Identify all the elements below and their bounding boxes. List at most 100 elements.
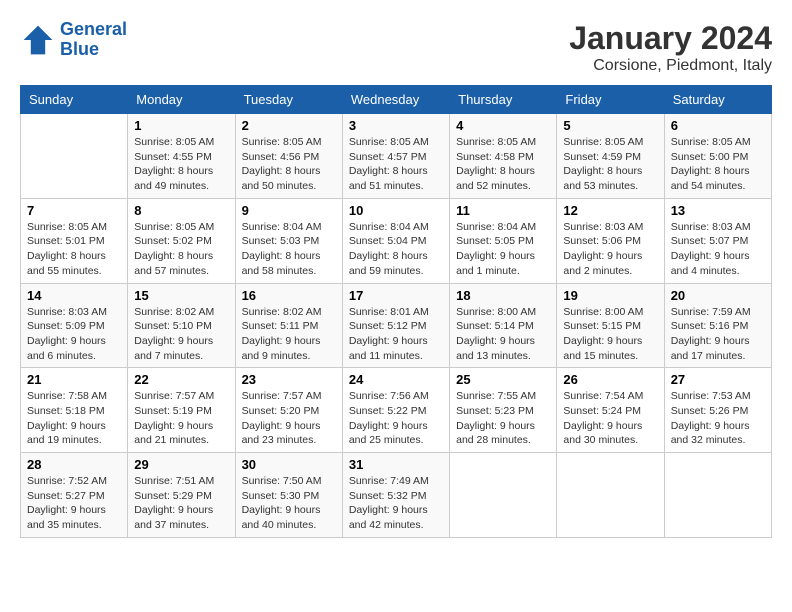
- calendar-cell: 15 Sunrise: 8:02 AMSunset: 5:10 PMDayligh…: [128, 283, 235, 368]
- day-number: 30: [242, 457, 336, 472]
- day-info: Sunrise: 7:58 AMSunset: 5:18 PMDaylight:…: [27, 389, 121, 448]
- day-number: 4: [456, 118, 550, 133]
- day-info: Sunrise: 7:59 AMSunset: 5:16 PMDaylight:…: [671, 305, 765, 364]
- day-number: 17: [349, 288, 443, 303]
- calendar-cell: 12 Sunrise: 8:03 AMSunset: 5:06 PMDayligh…: [557, 198, 664, 283]
- day-info: Sunrise: 8:04 AMSunset: 5:04 PMDaylight:…: [349, 220, 443, 279]
- calendar-cell: 11Sunrise: 8:04 AMSunset: 5:05 PMDayligh…: [450, 198, 557, 283]
- calendar-cell: 2 Sunrise: 8:05 AMSunset: 4:56 PMDaylight…: [235, 114, 342, 199]
- header-day-tuesday: Tuesday: [235, 86, 342, 114]
- calendar-cell: 7Sunrise: 8:05 AMSunset: 5:01 PMDaylight…: [21, 198, 128, 283]
- calendar-cell: 17 Sunrise: 8:01 AMSunset: 5:12 PMDayligh…: [342, 283, 449, 368]
- day-number: 16: [242, 288, 336, 303]
- header-day-friday: Friday: [557, 86, 664, 114]
- day-info: Sunrise: 8:03 AMSunset: 5:09 PMDaylight:…: [27, 305, 121, 364]
- calendar-cell: [450, 453, 557, 538]
- day-number: 6: [671, 118, 765, 133]
- title-section: January 2024 Corsione, Piedmont, Italy: [569, 20, 772, 75]
- week-row-4: 21 Sunrise: 7:58 AMSunset: 5:18 PMDayligh…: [21, 368, 772, 453]
- calendar-cell: 19 Sunrise: 8:00 AMSunset: 5:15 PMDayligh…: [557, 283, 664, 368]
- main-title: January 2024: [569, 20, 772, 57]
- calendar-cell: [664, 453, 771, 538]
- day-info: Sunrise: 8:02 AMSunset: 5:11 PMDaylight:…: [242, 305, 336, 364]
- header-row: SundayMondayTuesdayWednesdayThursdayFrid…: [21, 86, 772, 114]
- day-number: 22: [134, 372, 228, 387]
- calendar-cell: 8Sunrise: 8:05 AMSunset: 5:02 PMDaylight…: [128, 198, 235, 283]
- calendar-cell: 26 Sunrise: 7:54 AMSunset: 5:24 PMDayligh…: [557, 368, 664, 453]
- day-number: 24: [349, 372, 443, 387]
- header-day-wednesday: Wednesday: [342, 86, 449, 114]
- day-info: Sunrise: 8:05 AMSunset: 5:01 PMDaylight:…: [27, 220, 121, 279]
- day-number: 26: [563, 372, 657, 387]
- calendar-cell: 28Sunrise: 7:52 AMSunset: 5:27 PMDayligh…: [21, 453, 128, 538]
- day-number: 2: [242, 118, 336, 133]
- day-info: Sunrise: 7:57 AMSunset: 5:19 PMDaylight:…: [134, 389, 228, 448]
- calendar-cell: 20 Sunrise: 7:59 AMSunset: 5:16 PMDayligh…: [664, 283, 771, 368]
- day-number: 9: [242, 203, 336, 218]
- day-info: Sunrise: 8:05 AMSunset: 4:55 PMDaylight:…: [134, 135, 228, 194]
- day-info: Sunrise: 8:03 AMSunset: 5:06 PMDaylight:…: [563, 220, 657, 279]
- day-number: 10: [349, 203, 443, 218]
- day-number: 23: [242, 372, 336, 387]
- day-number: 12: [563, 203, 657, 218]
- calendar-cell: 13 Sunrise: 8:03 AMSunset: 5:07 PMDayligh…: [664, 198, 771, 283]
- day-number: 14: [27, 288, 121, 303]
- day-info: Sunrise: 7:56 AMSunset: 5:22 PMDaylight:…: [349, 389, 443, 448]
- calendar-cell: 18 Sunrise: 8:00 AMSunset: 5:14 PMDayligh…: [450, 283, 557, 368]
- day-number: 18: [456, 288, 550, 303]
- calendar-cell: 16 Sunrise: 8:02 AMSunset: 5:11 PMDayligh…: [235, 283, 342, 368]
- day-info: Sunrise: 7:54 AMSunset: 5:24 PMDaylight:…: [563, 389, 657, 448]
- day-number: 25: [456, 372, 550, 387]
- logo-icon: [20, 22, 56, 58]
- calendar-cell: 14 Sunrise: 8:03 AMSunset: 5:09 PMDayligh…: [21, 283, 128, 368]
- week-row-3: 14 Sunrise: 8:03 AMSunset: 5:09 PMDayligh…: [21, 283, 772, 368]
- day-info: Sunrise: 8:02 AMSunset: 5:10 PMDaylight:…: [134, 305, 228, 364]
- calendar-cell: 21 Sunrise: 7:58 AMSunset: 5:18 PMDayligh…: [21, 368, 128, 453]
- day-info: Sunrise: 7:55 AMSunset: 5:23 PMDaylight:…: [456, 389, 550, 448]
- day-number: 20: [671, 288, 765, 303]
- day-info: Sunrise: 8:03 AMSunset: 5:07 PMDaylight:…: [671, 220, 765, 279]
- day-info: Sunrise: 8:05 AMSunset: 4:57 PMDaylight:…: [349, 135, 443, 194]
- week-row-5: 28Sunrise: 7:52 AMSunset: 5:27 PMDayligh…: [21, 453, 772, 538]
- day-info: Sunrise: 8:05 AMSunset: 4:59 PMDaylight:…: [563, 135, 657, 194]
- calendar-cell: [21, 114, 128, 199]
- day-number: 1: [134, 118, 228, 133]
- header-day-sunday: Sunday: [21, 86, 128, 114]
- calendar-table: SundayMondayTuesdayWednesdayThursdayFrid…: [20, 85, 772, 538]
- header-day-monday: Monday: [128, 86, 235, 114]
- subtitle: Corsione, Piedmont, Italy: [569, 57, 772, 75]
- day-info: Sunrise: 8:05 AMSunset: 4:56 PMDaylight:…: [242, 135, 336, 194]
- calendar-cell: 30 Sunrise: 7:50 AMSunset: 5:30 PMDayligh…: [235, 453, 342, 538]
- day-info: Sunrise: 7:51 AMSunset: 5:29 PMDaylight:…: [134, 474, 228, 533]
- day-info: Sunrise: 7:50 AMSunset: 5:30 PMDaylight:…: [242, 474, 336, 533]
- logo-blue: Blue: [60, 39, 99, 59]
- calendar-header: SundayMondayTuesdayWednesdayThursdayFrid…: [21, 86, 772, 114]
- week-row-1: 1 Sunrise: 8:05 AMSunset: 4:55 PMDaylight…: [21, 114, 772, 199]
- day-info: Sunrise: 7:49 AMSunset: 5:32 PMDaylight:…: [349, 474, 443, 533]
- calendar-cell: 25 Sunrise: 7:55 AMSunset: 5:23 PMDayligh…: [450, 368, 557, 453]
- calendar-cell: 1 Sunrise: 8:05 AMSunset: 4:55 PMDaylight…: [128, 114, 235, 199]
- day-number: 21: [27, 372, 121, 387]
- header-day-thursday: Thursday: [450, 86, 557, 114]
- calendar-cell: 3 Sunrise: 8:05 AMSunset: 4:57 PMDaylight…: [342, 114, 449, 199]
- logo-general: General: [60, 19, 127, 39]
- calendar-cell: 24 Sunrise: 7:56 AMSunset: 5:22 PMDayligh…: [342, 368, 449, 453]
- calendar-cell: 27 Sunrise: 7:53 AMSunset: 5:26 PMDayligh…: [664, 368, 771, 453]
- day-info: Sunrise: 7:57 AMSunset: 5:20 PMDaylight:…: [242, 389, 336, 448]
- day-info: Sunrise: 8:00 AMSunset: 5:15 PMDaylight:…: [563, 305, 657, 364]
- day-info: Sunrise: 7:52 AMSunset: 5:27 PMDaylight:…: [27, 474, 121, 533]
- header-day-saturday: Saturday: [664, 86, 771, 114]
- day-info: Sunrise: 8:01 AMSunset: 5:12 PMDaylight:…: [349, 305, 443, 364]
- day-info: Sunrise: 7:53 AMSunset: 5:26 PMDaylight:…: [671, 389, 765, 448]
- day-number: 3: [349, 118, 443, 133]
- day-number: 11: [456, 203, 550, 218]
- day-number: 19: [563, 288, 657, 303]
- day-number: 13: [671, 203, 765, 218]
- header: General Blue January 2024 Corsione, Pied…: [20, 20, 772, 75]
- calendar-cell: 23 Sunrise: 7:57 AMSunset: 5:20 PMDayligh…: [235, 368, 342, 453]
- day-number: 27: [671, 372, 765, 387]
- day-info: Sunrise: 8:00 AMSunset: 5:14 PMDaylight:…: [456, 305, 550, 364]
- calendar-cell: [557, 453, 664, 538]
- logo-text: General Blue: [60, 20, 127, 60]
- day-number: 15: [134, 288, 228, 303]
